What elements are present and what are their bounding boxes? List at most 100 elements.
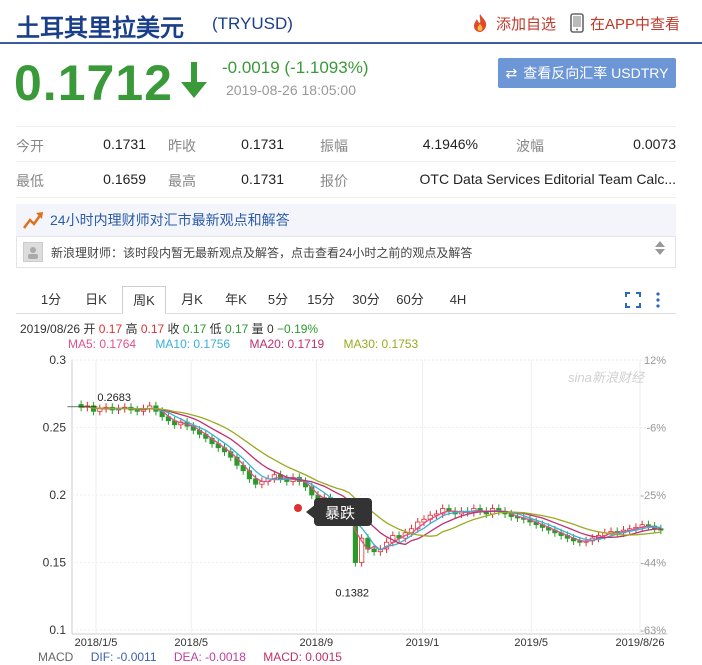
currency-code: (TRYUSD) bbox=[212, 14, 293, 33]
low-value: 0.1659 bbox=[103, 171, 146, 187]
period-tabs: 1分 日K 周K 月K 年K 5分 15分 30分 60分 4H bbox=[16, 286, 676, 314]
chart-watermark: sina新浪财经 bbox=[568, 370, 646, 385]
info-high-label: 高 bbox=[125, 322, 138, 336]
add-favorite-button[interactable]: 添加自选 bbox=[470, 12, 556, 34]
tab-year[interactable]: 年K bbox=[216, 286, 256, 314]
ma5-line bbox=[81, 405, 662, 551]
low-label: 最低 bbox=[16, 173, 44, 189]
reverse-rate-label: 查看反向汇率 USDTRY bbox=[523, 65, 669, 81]
macd-dea: DEA: -0.0018 bbox=[173, 650, 246, 664]
page-title: 土耳其里拉美元 bbox=[16, 15, 184, 42]
prev-label: 昨收 bbox=[168, 138, 196, 154]
x-tick-label: 2019/5 bbox=[514, 637, 548, 649]
ma10-line bbox=[81, 405, 661, 551]
wave-label: 波幅 bbox=[516, 138, 544, 154]
page-header: 土耳其里拉美元 (TRYUSD) 添加自选 在APP中查看 bbox=[0, 0, 702, 44]
advice-header[interactable]: 24小时内理财师对汇市最新观点和解答 bbox=[16, 204, 676, 236]
y-tick-label: 0.25 bbox=[43, 421, 67, 435]
tab-60min[interactable]: 60分 bbox=[390, 286, 430, 314]
info-low: 0.17 bbox=[224, 322, 249, 336]
amp-label: 振幅 bbox=[320, 138, 348, 154]
info-open: 0.17 bbox=[98, 322, 123, 336]
swap-icon: ⇄ bbox=[505, 64, 518, 81]
advice-title: 24小时内理财师对汇市最新观点和解答 bbox=[50, 212, 290, 228]
info-low-label: 低 bbox=[209, 322, 222, 336]
stats-row: 今开 0.1731 昨收 0.1731 振幅 4.1946% 波幅 0.0073 bbox=[16, 126, 676, 162]
y-tick-label: 0.2 bbox=[49, 488, 66, 502]
info-close: 0.17 bbox=[182, 322, 207, 336]
x-tick-label: 2018/1/5 bbox=[75, 637, 118, 649]
x-tick-label: 2018/5 bbox=[174, 637, 208, 649]
candle-body bbox=[371, 548, 377, 553]
tab-30min[interactable]: 30分 bbox=[346, 286, 386, 314]
quote-time: 2019-08-26 18:05:00 bbox=[226, 82, 356, 98]
current-price: 0.1712 bbox=[14, 55, 173, 111]
info-high: 0.17 bbox=[140, 322, 165, 336]
tab-1min[interactable]: 1分 bbox=[34, 286, 68, 314]
candle-info: 2019/08/26 开 0.17 高 0.17 收 0.17 低 0.17 量… bbox=[20, 320, 318, 337]
reverse-rate-button[interactable]: ⇄ 查看反向汇率 USDTRY bbox=[498, 58, 676, 88]
advice-notice[interactable]: 新浪理财师：该时段内暂无最新观点及解答，点击查看24小时之前的观点及解答 bbox=[16, 236, 676, 268]
x-tick-label: 2019/1 bbox=[406, 637, 440, 649]
trend-arrow-icon bbox=[23, 212, 43, 229]
more-options-icon[interactable] bbox=[654, 291, 662, 309]
notice-scroller[interactable] bbox=[655, 241, 665, 255]
y-tick-label: 0.1 bbox=[49, 623, 66, 637]
stats-row: 最低 0.1659 最高 0.1731 报价 OTC Data Services… bbox=[16, 162, 676, 198]
add-favorite-label: 添加自选 bbox=[496, 15, 557, 33]
crash-callout-text: 暴跌 bbox=[325, 505, 355, 522]
right-tick-label: -44% bbox=[640, 558, 666, 570]
info-close-label: 收 bbox=[167, 322, 180, 336]
open-app-button[interactable]: 在APP中查看 bbox=[570, 12, 680, 34]
caret-up-icon[interactable] bbox=[655, 241, 665, 247]
info-date: 2019/08/26 bbox=[20, 322, 81, 336]
info-vol: 0 bbox=[267, 322, 274, 336]
right-tick-label: 12% bbox=[644, 355, 666, 367]
y-tick-label: 0.3 bbox=[49, 353, 66, 367]
peak-label: 0.2683 bbox=[97, 392, 131, 404]
flame-icon bbox=[474, 14, 487, 32]
tab-15min[interactable]: 15分 bbox=[302, 286, 340, 314]
info-pct: −0.19% bbox=[277, 322, 319, 336]
caret-down-icon[interactable] bbox=[655, 249, 665, 255]
right-tick-label: -25% bbox=[640, 490, 666, 502]
tab-day[interactable]: 日K bbox=[76, 286, 116, 314]
high-value: 0.1731 bbox=[241, 171, 284, 187]
user-icon bbox=[28, 247, 38, 259]
info-vol-label: 量 bbox=[251, 322, 264, 336]
right-tick-label: -63% bbox=[640, 625, 666, 637]
stats-table: 今开 0.1731 昨收 0.1731 振幅 4.1946% 波幅 0.0073… bbox=[16, 126, 676, 198]
tab-5min[interactable]: 5分 bbox=[262, 286, 294, 314]
price-change: -0.0019 (-1.1093%) bbox=[222, 58, 369, 77]
x-tick-label: 2019/8/26 bbox=[616, 637, 665, 649]
macd-legend: MACD DIF: -0.0011 DEA: -0.0018 MACD: 0.0… bbox=[38, 650, 356, 664]
down-arrow-icon bbox=[181, 62, 207, 98]
prev-value: 0.1731 bbox=[241, 136, 284, 152]
amp-value: 4.1946% bbox=[422, 136, 478, 152]
macd-dif: DIF: -0.0011 bbox=[90, 650, 157, 664]
quote-label: 报价 bbox=[320, 173, 348, 189]
open-value: 0.1731 bbox=[103, 136, 146, 152]
open-app-label: 在APP中查看 bbox=[590, 15, 681, 33]
tab-month[interactable]: 月K bbox=[172, 286, 212, 314]
candle-body bbox=[253, 478, 259, 485]
info-open-label: 开 bbox=[83, 322, 96, 336]
macd-label: MACD bbox=[38, 650, 74, 664]
x-tick-label: 2018/9 bbox=[299, 637, 333, 649]
avatar bbox=[23, 242, 43, 262]
fullscreen-icon[interactable] bbox=[624, 291, 642, 309]
wave-value: 0.0073 bbox=[633, 136, 676, 152]
phone-icon bbox=[570, 13, 584, 33]
notice-text: 新浪理财师：该时段内暂无最新观点及解答，点击查看24小时之前的观点及解答 bbox=[51, 245, 473, 260]
candlestick-chart[interactable]: 0.3 12% 0.25 -6% 0.2 -25% 0.15 -44% 0.1 -63% 2018/… bbox=[0, 348, 702, 665]
crash-callout: 暴跌 bbox=[294, 498, 372, 526]
quote-source: OTC Data Services Editorial Team Calc... bbox=[419, 171, 677, 187]
y-tick-label: 0.15 bbox=[43, 556, 67, 570]
tab-4h[interactable]: 4H bbox=[442, 286, 474, 314]
trough-label: 0.1382 bbox=[335, 587, 369, 599]
tab-week[interactable]: 周K bbox=[122, 286, 166, 314]
high-label: 最高 bbox=[168, 173, 196, 189]
open-label: 今开 bbox=[16, 138, 44, 154]
right-tick-label: -6% bbox=[646, 423, 666, 435]
macd-value: MACD: 0.0015 bbox=[263, 650, 342, 664]
